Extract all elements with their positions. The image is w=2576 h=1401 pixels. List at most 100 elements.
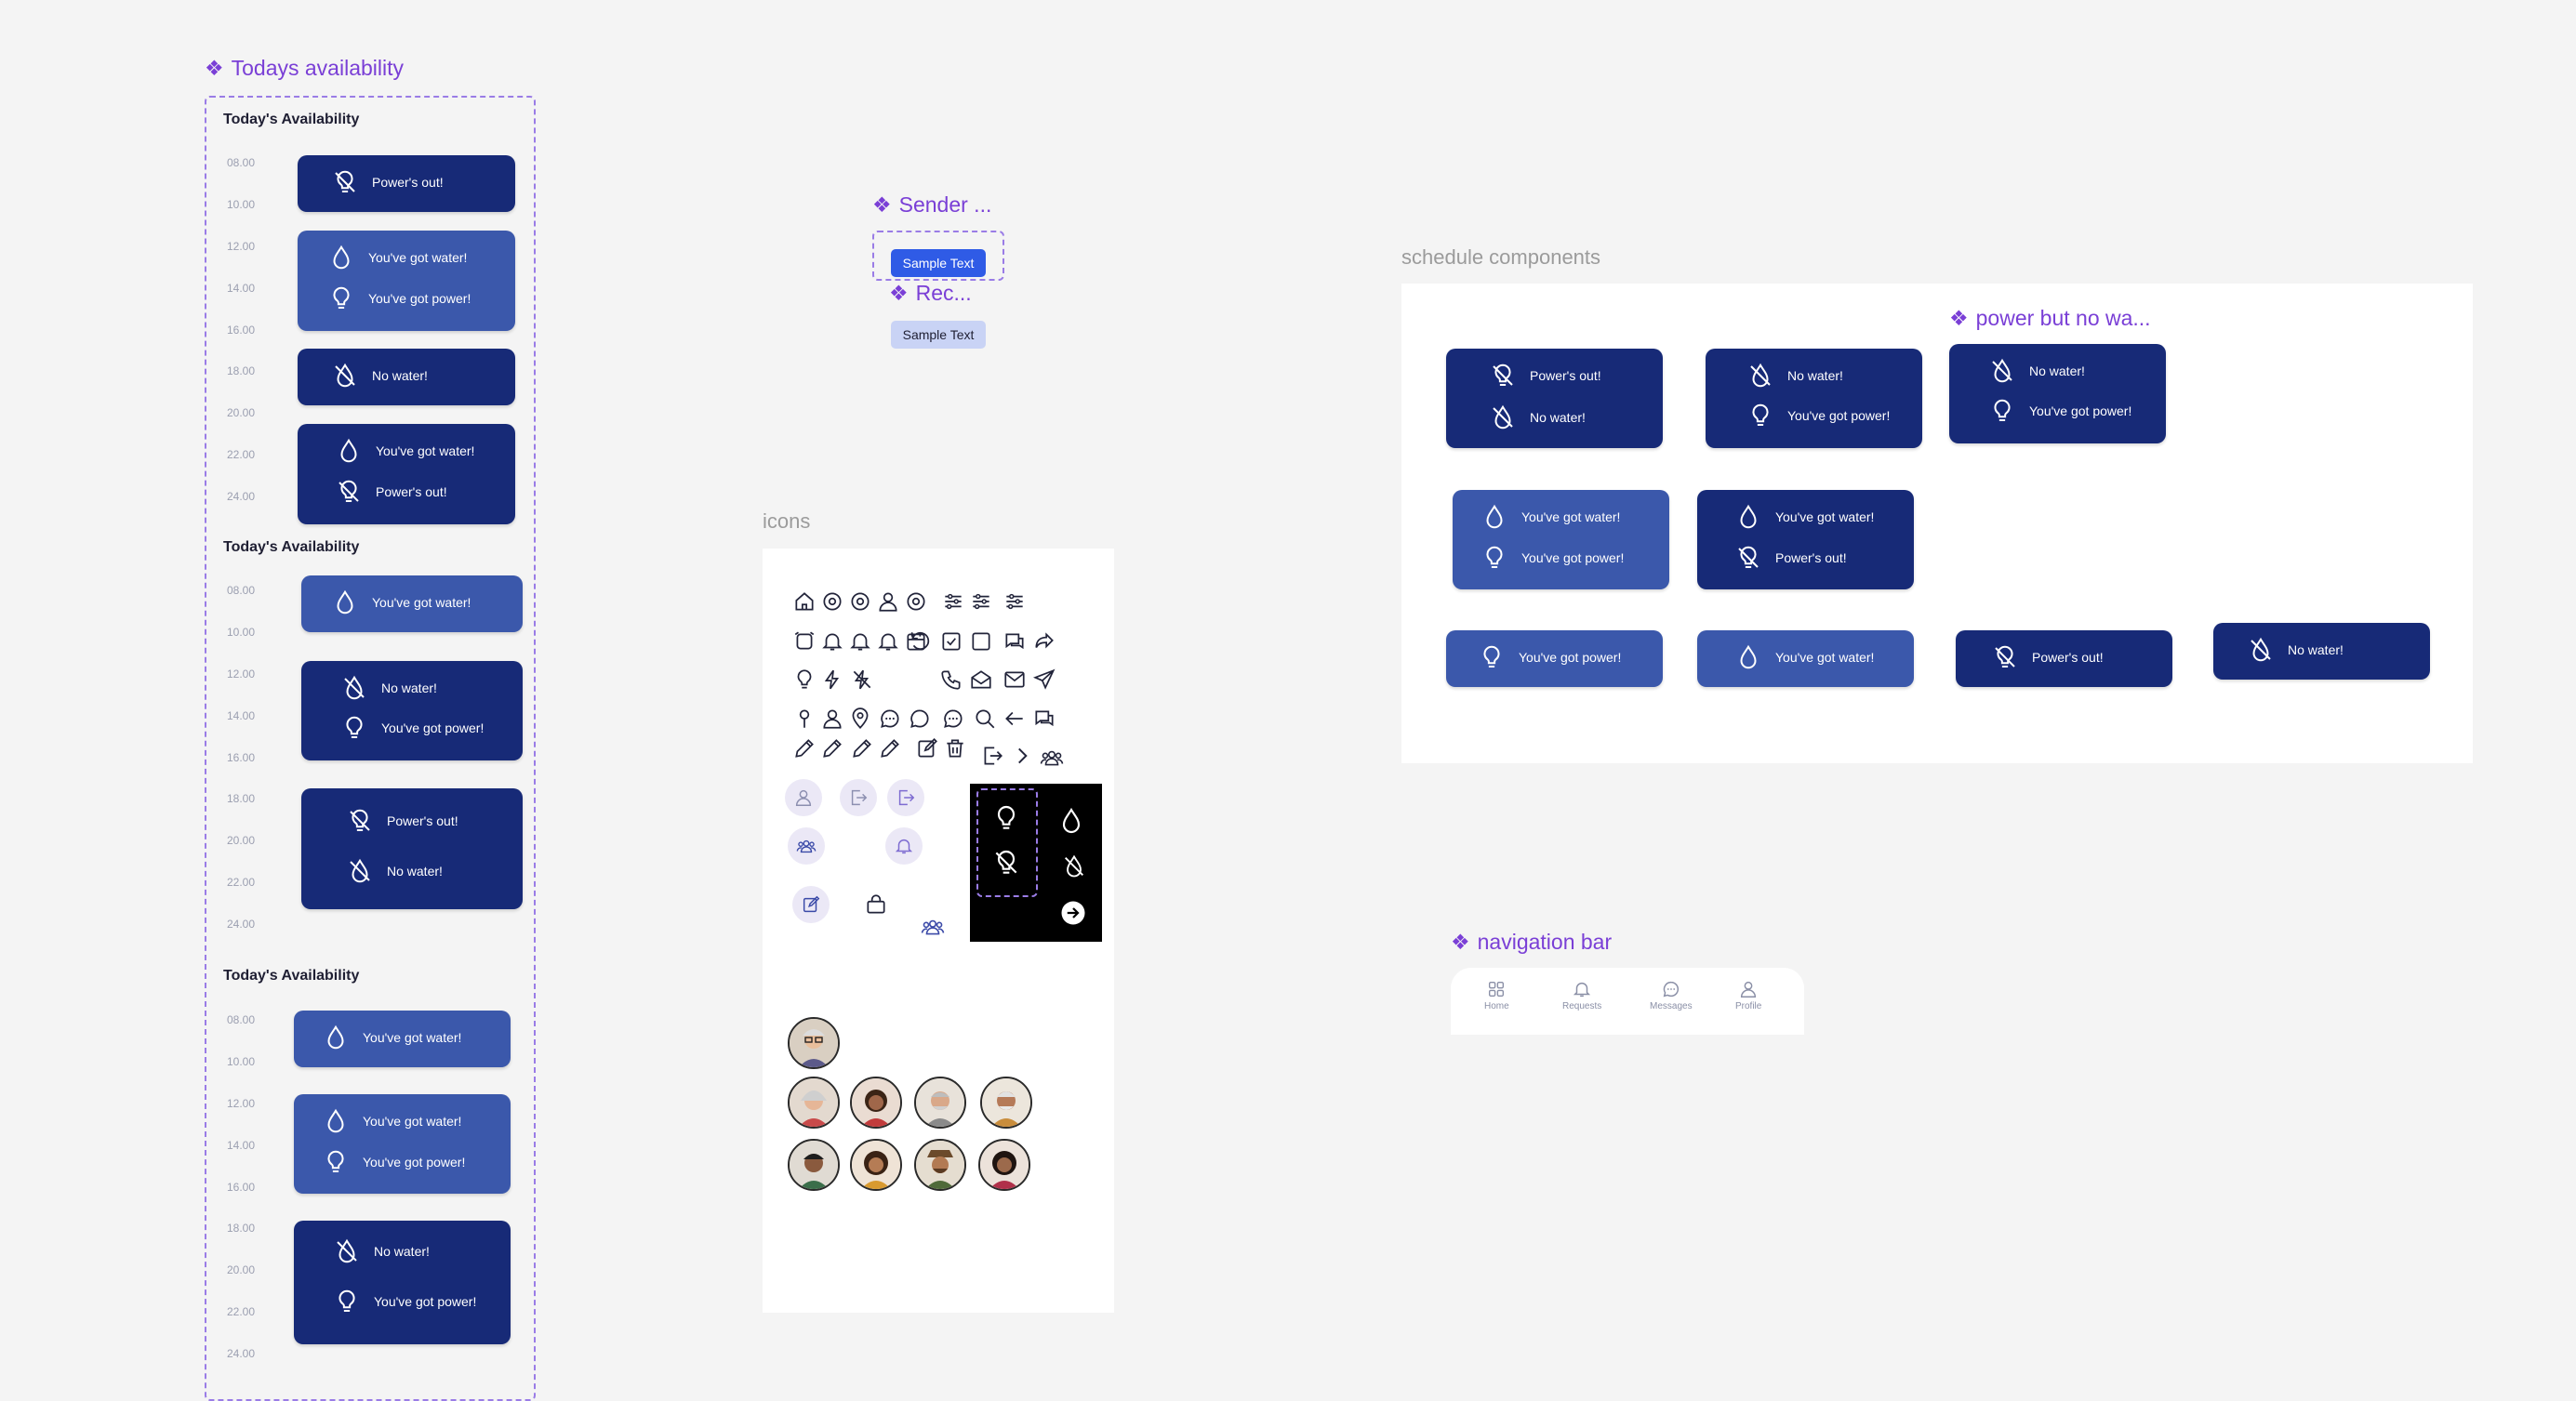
schedule-card-water[interactable]: You've got water! bbox=[301, 575, 523, 632]
bell-button[interactable] bbox=[885, 827, 923, 865]
checkbox-checked-icon bbox=[939, 629, 963, 654]
sliders-horizontal-icon bbox=[941, 589, 965, 614]
bulb-icon bbox=[1746, 402, 1774, 430]
bag-icon bbox=[864, 892, 888, 917]
at-refresh-icon bbox=[820, 589, 844, 614]
avatar bbox=[788, 1139, 840, 1191]
user-pin-icon bbox=[820, 707, 844, 731]
water-drop-icon bbox=[1734, 503, 1762, 531]
hour-label: 18.00 bbox=[227, 792, 256, 805]
bulb-icon bbox=[991, 803, 1021, 833]
water-off-icon bbox=[331, 362, 359, 390]
schedule-card-no-water[interactable]: No water! bbox=[298, 349, 515, 405]
home-icon bbox=[792, 589, 817, 614]
schedule-card-water-power[interactable]: You've got water! You've got power! bbox=[294, 1094, 511, 1194]
send-icon bbox=[1032, 667, 1056, 692]
chevron-right-icon bbox=[1010, 744, 1034, 768]
undo-icon bbox=[908, 629, 932, 654]
schedule-card-no-water-power[interactable]: No water! You've got power! bbox=[294, 1221, 511, 1344]
logout-button[interactable] bbox=[887, 779, 924, 816]
schedule-card-power-out[interactable]: Power's out! bbox=[298, 155, 515, 212]
schedule-card-water-power-out[interactable]: You've got water! Power's out! bbox=[298, 424, 515, 524]
water-drop-icon bbox=[322, 1107, 350, 1135]
schedule-card-power[interactable]: You've got power! bbox=[1446, 630, 1663, 687]
bulb-icon bbox=[340, 714, 368, 742]
edit-icon bbox=[915, 736, 939, 760]
grid-icon bbox=[1486, 979, 1507, 999]
nav-item-home[interactable]: Home bbox=[1484, 979, 1509, 1011]
avatar bbox=[850, 1077, 902, 1129]
water-drop-icon bbox=[1481, 503, 1508, 531]
bulb-icon bbox=[1481, 544, 1508, 572]
hour-label: 20.00 bbox=[227, 834, 256, 847]
bulb-off-icon bbox=[331, 168, 359, 196]
water-off-icon bbox=[1489, 403, 1517, 431]
schedule-card-power-out-no-water[interactable]: Power's out! No water! bbox=[1446, 349, 1663, 448]
at-user-icon bbox=[876, 589, 900, 614]
sliders-vertical-icon bbox=[969, 589, 993, 614]
availability-title: Today's Availability bbox=[223, 112, 360, 127]
hour-label: 20.00 bbox=[227, 406, 256, 419]
hour-label: 24.00 bbox=[227, 918, 256, 931]
nav-item-profile[interactable]: Profile bbox=[1735, 979, 1761, 1011]
avatar bbox=[850, 1139, 902, 1191]
pencil-line-icon bbox=[878, 736, 902, 760]
schedule-card-water[interactable]: You've got water! bbox=[294, 1011, 511, 1067]
user-pin-button[interactable] bbox=[785, 779, 822, 816]
chat-bubble-icon bbox=[908, 707, 932, 731]
hour-label: 24.00 bbox=[227, 490, 256, 503]
bell-icon bbox=[820, 629, 844, 654]
bulb-off-icon bbox=[1734, 544, 1762, 572]
hour-label: 10.00 bbox=[227, 626, 256, 639]
hour-label: 08.00 bbox=[227, 584, 256, 597]
user-pin-icon bbox=[793, 787, 814, 808]
hour-label: 16.00 bbox=[227, 751, 256, 764]
bulb-icon bbox=[1478, 643, 1506, 671]
eraser-icon bbox=[850, 736, 874, 760]
nav-item-messages[interactable]: Messages bbox=[1650, 979, 1693, 1011]
avatar bbox=[788, 1077, 840, 1129]
group-button[interactable] bbox=[788, 827, 825, 865]
schedule-card-no-water-power[interactable]: No water! You've got power! bbox=[1706, 349, 1922, 448]
schedule-card-water-power[interactable]: You've got water! You've got power! bbox=[298, 231, 515, 331]
schedule-card-water-power-out[interactable]: You've got water! Power's out! bbox=[1697, 490, 1914, 589]
schedule-card-no-water-power[interactable]: No water! You've got power! bbox=[301, 661, 523, 760]
bulb-off-icon bbox=[1489, 362, 1517, 390]
availability-title: Today's Availability bbox=[223, 539, 360, 555]
schedule-card-power-out[interactable]: Power's out! bbox=[1956, 630, 2172, 687]
schedule-card-water[interactable]: You've got water! bbox=[1697, 630, 1914, 687]
schedule-card-water-power[interactable]: You've got water! You've got power! bbox=[1453, 490, 1669, 589]
nav-item-requests[interactable]: Requests bbox=[1562, 979, 1601, 1011]
hour-label: 22.00 bbox=[227, 1305, 256, 1318]
water-off-icon bbox=[340, 674, 368, 702]
edit-button[interactable] bbox=[792, 886, 830, 923]
hour-label: 08.00 bbox=[227, 156, 256, 169]
logout-light-button[interactable] bbox=[840, 779, 877, 816]
pencil-icon bbox=[792, 736, 817, 760]
hour-label: 14.00 bbox=[227, 709, 256, 722]
schedule-card-power-but-no-water[interactable]: No water! You've got power! bbox=[1949, 344, 2166, 443]
receiver-component-label: ❖ Rec... bbox=[889, 281, 972, 305]
avatar bbox=[980, 1077, 1032, 1129]
avatar bbox=[914, 1077, 966, 1129]
chat-bubbles-icon bbox=[878, 707, 902, 731]
water-drop-icon bbox=[1056, 806, 1086, 836]
chats-icon bbox=[1003, 629, 1027, 654]
search-icon bbox=[973, 707, 997, 731]
alarm-icon bbox=[792, 629, 817, 654]
navigation-bar: Home Requests Messages Profile bbox=[1451, 968, 1804, 1035]
arrow-right-circle-icon[interactable] bbox=[1059, 899, 1087, 927]
bolt-off-icon bbox=[850, 667, 874, 692]
checkbox-icon bbox=[969, 629, 993, 654]
water-drop-icon bbox=[331, 588, 359, 616]
bell-ring-icon bbox=[876, 629, 900, 654]
schedule-card-power-out-no-water[interactable]: Power's out! No water! bbox=[301, 788, 523, 909]
trash-icon bbox=[943, 736, 967, 760]
chat-dots-icon bbox=[941, 707, 965, 731]
logout-icon bbox=[848, 787, 869, 808]
power-no-water-component-label: ❖ power but no wa... bbox=[1949, 306, 2151, 330]
schedule-card-no-water[interactable]: No water! bbox=[2213, 623, 2430, 680]
hour-label: 12.00 bbox=[227, 667, 256, 681]
water-drop-icon bbox=[327, 244, 355, 271]
icons-frame-label: icons bbox=[763, 509, 811, 533]
